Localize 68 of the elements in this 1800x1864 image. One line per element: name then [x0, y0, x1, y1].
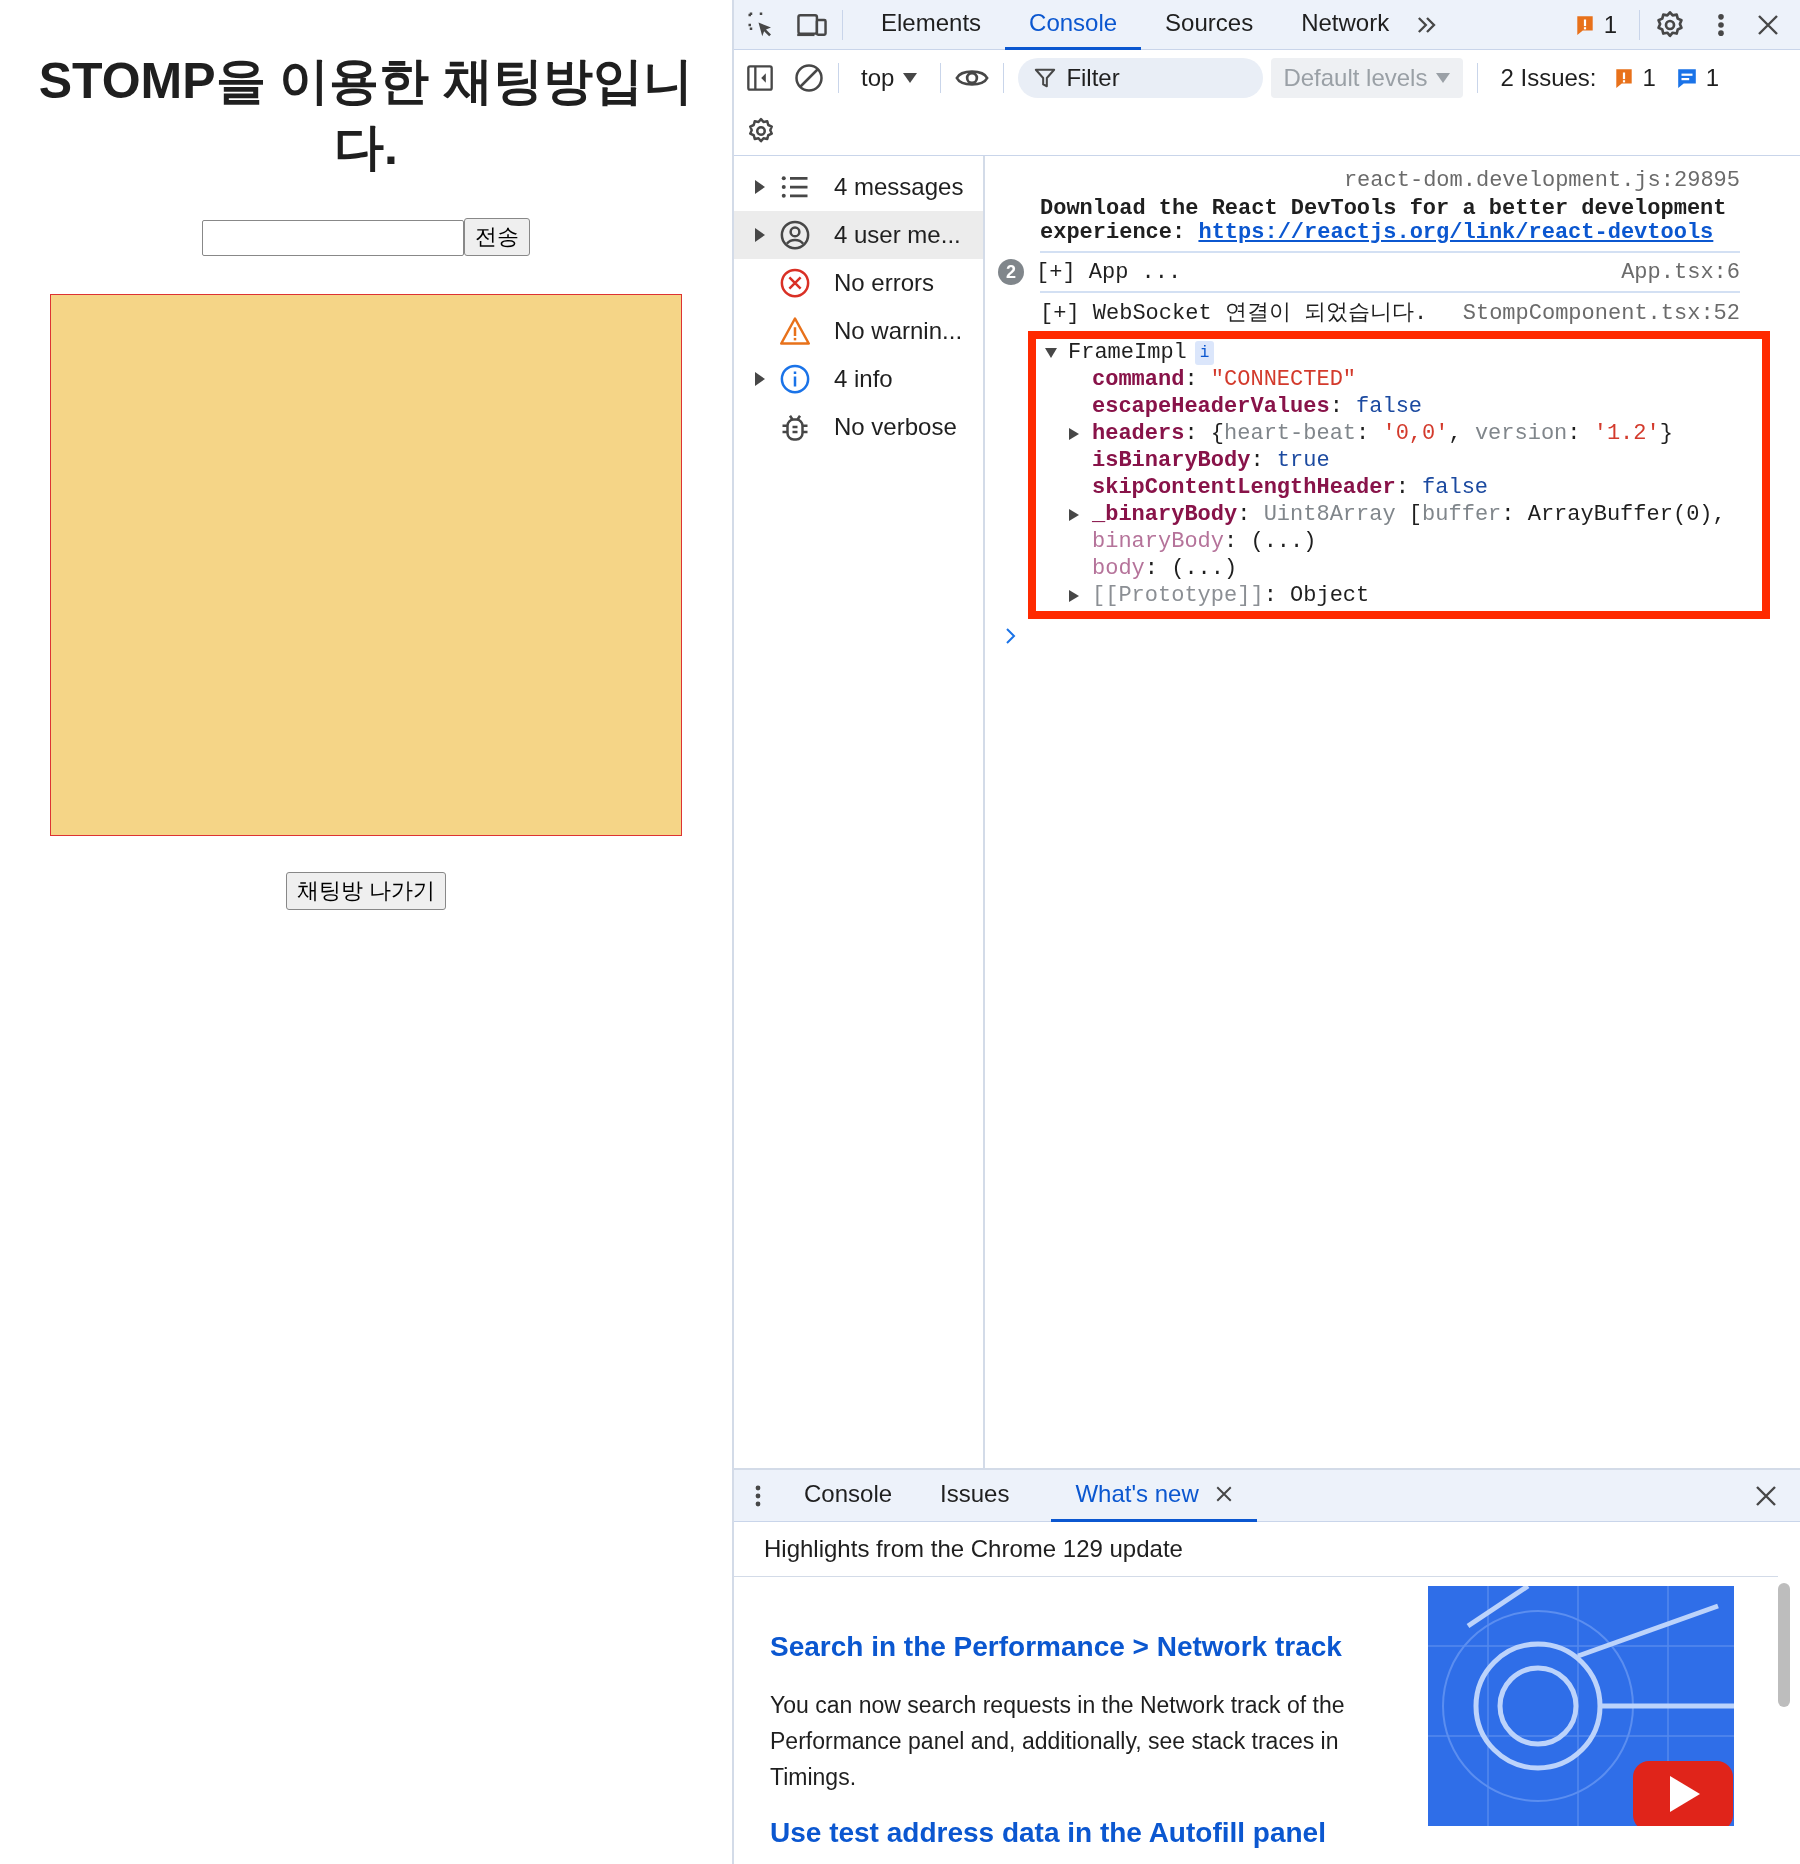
collapse-arrow-icon[interactable]: [1044, 345, 1058, 360]
sidebar-item[interactable]: No verbose: [734, 403, 983, 451]
close-icon[interactable]: [1214, 1485, 1233, 1503]
info-badge: i: [1194, 340, 1215, 365]
object-name: FrameImpl: [1068, 339, 1187, 366]
drawer-tab[interactable]: Console: [780, 1469, 917, 1522]
panel-tab[interactable]: Console: [1005, 0, 1142, 50]
send-button[interactable]: 전송: [464, 218, 530, 256]
expand-arrow-icon: [754, 179, 766, 195]
link[interactable]: https://reactjs.org/link/react-devtools: [1198, 220, 1714, 245]
message-icon: [1675, 67, 1698, 89]
panel-tab[interactable]: Sources: [1141, 0, 1278, 50]
close-icon[interactable]: [1756, 12, 1780, 37]
more-menu-icon[interactable]: [754, 1483, 762, 1508]
sidebar-item[interactable]: 4 info: [734, 355, 983, 403]
drawer-tab[interactable]: What's new: [1051, 1469, 1257, 1522]
property-line: [[Prototype]]: Object: [1092, 582, 1370, 609]
bug-icon: [780, 412, 810, 442]
info-icon: [780, 364, 810, 394]
source-link[interactable]: StompComponent.tsx:52: [1462, 296, 1740, 330]
expand-arrow-icon: [754, 227, 766, 243]
exit-button[interactable]: 채팅방 나가기: [285, 872, 447, 910]
sidebar-item[interactable]: No warnin...: [734, 307, 983, 355]
source-link[interactable]: App.tsx:6: [1621, 255, 1740, 289]
expand-arrow-icon[interactable]: [1068, 507, 1080, 522]
sidebar-item[interactable]: No errors: [734, 259, 983, 307]
expand-arrow-icon[interactable]: [1068, 588, 1080, 603]
expand-arrow-icon: [754, 371, 766, 387]
caret-icon: [902, 72, 919, 84]
expand-arrow-icon[interactable]: [1068, 426, 1080, 441]
page-title: STOMP을 이용한 채팅방입니다.: [37, 52, 695, 177]
repeat-count: 2: [998, 259, 1024, 285]
update-heading: Highlights from the Chrome 129 update: [764, 1534, 1183, 1564]
drawer-tab[interactable]: Issues: [916, 1469, 1034, 1522]
property-line: skipContentLengthHeader: false: [1092, 474, 1489, 501]
filter-field[interactable]: Filter: [1018, 58, 1264, 98]
sidebar-toggle-icon[interactable]: [746, 64, 774, 92]
property-line: command: "CONNECTED": [1092, 366, 1357, 393]
panel-tab[interactable]: Elements: [857, 0, 1006, 50]
article-text: You can now search requests in the Network track of the Performance panel and, additionally, see stack traces in Timings.: [770, 1691, 1346, 1792]
sidebar-item[interactable]: 4 user me...: [734, 211, 983, 259]
console-message: [+] WebSocket 연결이 되었습니다.: [1040, 299, 1429, 328]
warning-icon: [780, 316, 810, 346]
article-title-link[interactable]: Use test address data in the Autofill panel: [770, 1815, 1374, 1851]
property-line: _binaryBody: Uint8Array [buffer: ArrayBuffer(0),: [1092, 501, 1726, 528]
property-line: isBinaryBody: true: [1092, 447, 1330, 474]
clear-icon[interactable]: [794, 63, 824, 93]
property-line: body: (...): [1092, 555, 1238, 582]
user-icon: [780, 220, 810, 250]
property-line: headers: {heart-beat: '0,0', version: '1.2'}: [1092, 420, 1673, 447]
console-message: Download the React DevTools for a better development experience: https://reactjs.org/link/react-devtools: [1040, 197, 1728, 245]
message-input[interactable]: [202, 220, 464, 256]
property-line: binaryBody: (...): [1092, 528, 1317, 555]
close-icon[interactable]: [1754, 1483, 1778, 1508]
property-line: escapeHeaderValues: false: [1092, 393, 1423, 420]
panel-tab[interactable]: Network: [1277, 0, 1414, 50]
issues-button[interactable]: 2 Issues: 1 1: [1492, 60, 1728, 96]
scrollbar[interactable]: [1778, 1583, 1790, 1707]
console-message: [+] App ...: [1036, 258, 1183, 287]
context-dropdown[interactable]: top: [853, 60, 927, 96]
sidebar-item[interactable]: 4 messages: [734, 163, 983, 211]
source-link[interactable]: react-dom.development.js:29895: [1343, 168, 1740, 193]
issues-button[interactable]: 1: [1565, 6, 1625, 43]
error-icon: [780, 268, 810, 298]
filter-icon: [1034, 67, 1057, 89]
article-title-link[interactable]: Search in the Performance > Network track: [770, 1629, 1374, 1665]
caret-icon: [1435, 72, 1452, 84]
prompt-icon[interactable]: [1005, 627, 1017, 645]
